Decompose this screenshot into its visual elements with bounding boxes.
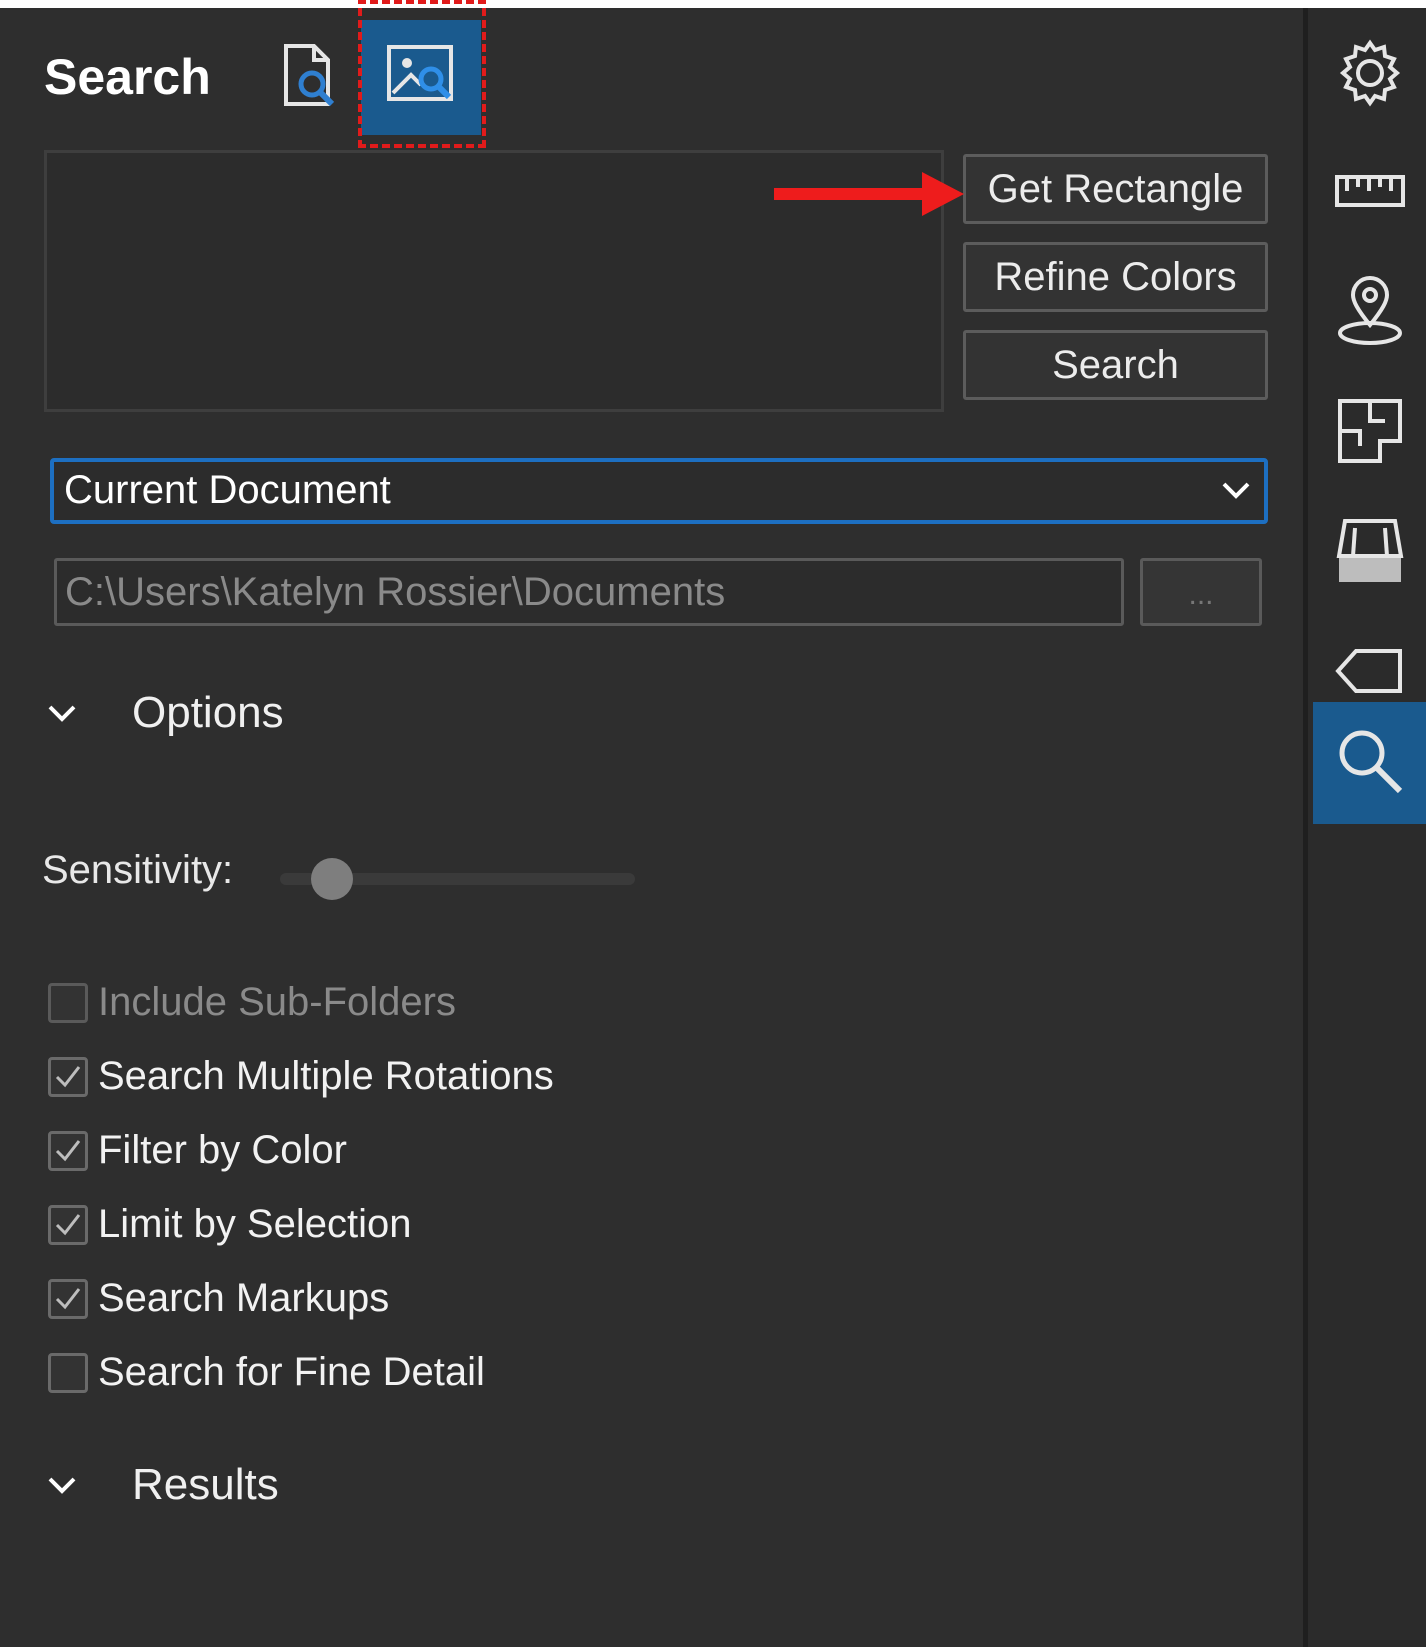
- folder-path-field[interactable]: [54, 558, 1124, 626]
- sensitivity-slider-thumb[interactable]: [311, 858, 354, 900]
- search-icon: [1334, 725, 1406, 802]
- annotation-dashed-highlight: [358, 8, 486, 148]
- gear-icon: [1335, 38, 1405, 113]
- checkbox-box[interactable]: [48, 1130, 88, 1171]
- checkbox-label: Filter by Color: [98, 1128, 347, 1172]
- search-main: Search Get Rectangle Refine Colors Searc…: [0, 0, 1303, 1647]
- text-search-icon: [280, 42, 340, 113]
- options-section-header[interactable]: Options: [42, 688, 284, 738]
- checkbox-box[interactable]: [48, 1056, 88, 1097]
- checkbox-label: Include Sub-Folders: [98, 980, 456, 1024]
- search-scope-value: Current Document: [64, 468, 391, 512]
- rail-button-stamps[interactable]: [1313, 498, 1426, 608]
- get-rectangle-button[interactable]: Get Rectangle: [963, 154, 1268, 224]
- map-pin-icon: [1335, 273, 1405, 354]
- tool-rail: [1303, 8, 1426, 1647]
- sensitivity-label: Sensitivity:: [42, 848, 234, 892]
- search-markups-checkbox[interactable]: Search Markups: [48, 1276, 389, 1321]
- chevron-down-icon: [42, 693, 82, 733]
- rail-button-settings[interactable]: [1313, 20, 1426, 130]
- ruler-icon: [1334, 169, 1406, 218]
- chevron-down-icon: [1218, 472, 1254, 513]
- checkmark-icon: [55, 1139, 81, 1161]
- results-heading: Results: [132, 1460, 279, 1509]
- rail-button-measure[interactable]: [1313, 138, 1426, 248]
- annotation-arrow-head: [922, 172, 964, 216]
- checkbox-label: Search for Fine Detail: [98, 1350, 485, 1394]
- checkbox-label: Search Multiple Rotations: [98, 1054, 554, 1098]
- chevron-down-icon: [42, 1465, 82, 1505]
- checkbox-box[interactable]: [48, 982, 88, 1023]
- checkbox-box[interactable]: [48, 1352, 88, 1393]
- search-multiple-rotations-checkbox[interactable]: Search Multiple Rotations: [48, 1054, 554, 1099]
- text-search-mode-button[interactable]: [260, 20, 360, 135]
- floor-plan-icon: [1335, 396, 1405, 471]
- browse-folder-button[interactable]: ...: [1140, 558, 1262, 626]
- annotation-dashed-highlight-top: [358, 0, 486, 8]
- search-panel: Search Get Rectangle Refine Colors Searc…: [0, 0, 1426, 1647]
- search-fine-detail-checkbox[interactable]: Search for Fine Detail: [48, 1350, 485, 1395]
- refine-colors-button[interactable]: Refine Colors: [963, 242, 1268, 312]
- include-subfolders-checkbox[interactable]: Include Sub-Folders: [48, 980, 456, 1025]
- search-button[interactable]: Search: [963, 330, 1268, 400]
- checkbox-box[interactable]: [48, 1204, 88, 1245]
- panel-title: Search: [44, 49, 211, 105]
- checkbox-label: Search Markups: [98, 1276, 390, 1320]
- checkmark-icon: [55, 1287, 81, 1309]
- rail-button-places[interactable]: [1313, 258, 1426, 368]
- checkmark-icon: [55, 1065, 81, 1087]
- filter-by-color-checkbox[interactable]: Filter by Color: [48, 1128, 347, 1173]
- results-section-header[interactable]: Results: [42, 1460, 279, 1510]
- search-scope-dropdown[interactable]: Current Document: [50, 458, 1268, 524]
- checkbox-label: Limit by Selection: [98, 1202, 412, 1246]
- checkmark-icon: [55, 1213, 81, 1235]
- options-heading: Options: [132, 688, 284, 737]
- limit-by-selection-checkbox[interactable]: Limit by Selection: [48, 1202, 411, 1247]
- rail-button-search[interactable]: [1313, 702, 1426, 824]
- tag-icon: [1334, 646, 1406, 701]
- annotation-arrow-shaft: [774, 188, 934, 200]
- checkbox-box[interactable]: [48, 1278, 88, 1319]
- stamp-icon: [1335, 516, 1405, 591]
- rail-button-spaces[interactable]: [1313, 378, 1426, 488]
